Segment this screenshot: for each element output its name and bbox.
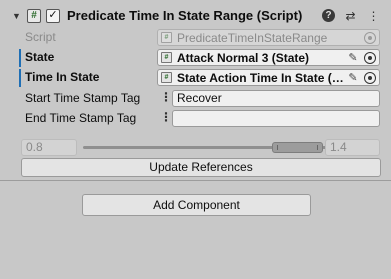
component-divider [0,180,391,181]
script-label: Script [25,30,56,44]
component-title: Predicate Time In State Range (Script) [67,8,303,23]
context-menu-icon[interactable]: ⋮ [160,90,172,104]
script-row: Script # PredicateTimeInStateRange [0,28,391,47]
script-value: PredicateTimeInStateRange [177,30,328,45]
start-tag-input[interactable]: Recover [172,90,380,107]
script-icon: # [27,8,41,23]
add-component-button[interactable]: Add Component [82,194,311,216]
range-slider-handle [272,142,323,153]
override-indicator [19,69,21,87]
start-tag-row: Start Time Stamp Tag ⋮ Recover [0,89,391,108]
script-file-icon: # [161,52,172,63]
end-tag-label: End Time Stamp Tag [25,111,137,125]
update-references-button[interactable]: Update References [21,158,381,177]
object-picker-icon[interactable] [364,71,376,84]
state-row: State # Attack Normal 3 (State) ✎ [0,48,391,67]
time-in-state-label: Time In State [25,70,100,84]
range-max-field: 1.4 [325,139,380,156]
start-tag-label: Start Time Stamp Tag [25,91,141,105]
time-in-state-row: Time In State # State Action Time In Sta… [0,68,391,87]
header-icons: ? ⇄ ⋮ [322,7,381,24]
time-in-state-value: State Action Time In State (… [177,70,344,85]
state-label: State [25,50,55,64]
edit-pencil-icon[interactable]: ✎ [346,71,360,84]
edit-pencil-icon[interactable]: ✎ [346,51,360,64]
state-value: Attack Normal 3 (State) [177,50,310,65]
script-field: # PredicateTimeInStateRange [157,29,380,46]
object-picker-icon[interactable] [364,51,376,64]
component-header: ▼ # ✓ Predicate Time In State Range (Scr… [0,4,391,27]
help-icon[interactable]: ? [322,9,335,22]
script-file-icon: # [161,72,172,83]
state-field[interactable]: # Attack Normal 3 (State) ✎ [157,49,380,66]
script-file-icon: # [161,32,172,43]
time-in-state-field[interactable]: # State Action Time In State (… ✎ [157,69,380,86]
end-tag-row: End Time Stamp Tag ⋮ [0,109,391,128]
enable-checkbox[interactable]: ✓ [46,8,60,23]
presets-icon[interactable]: ⇄ [343,8,358,23]
override-indicator [19,49,21,67]
range-min-field: 0.8 [21,139,77,156]
more-options-icon[interactable]: ⋮ [366,8,381,23]
context-menu-icon[interactable]: ⋮ [160,110,172,124]
object-picker-icon [364,31,376,44]
range-slider-row: 0.8 1.4 [0,139,391,157]
end-tag-input[interactable] [172,110,380,127]
foldout-arrow-icon[interactable]: ▼ [11,10,22,21]
